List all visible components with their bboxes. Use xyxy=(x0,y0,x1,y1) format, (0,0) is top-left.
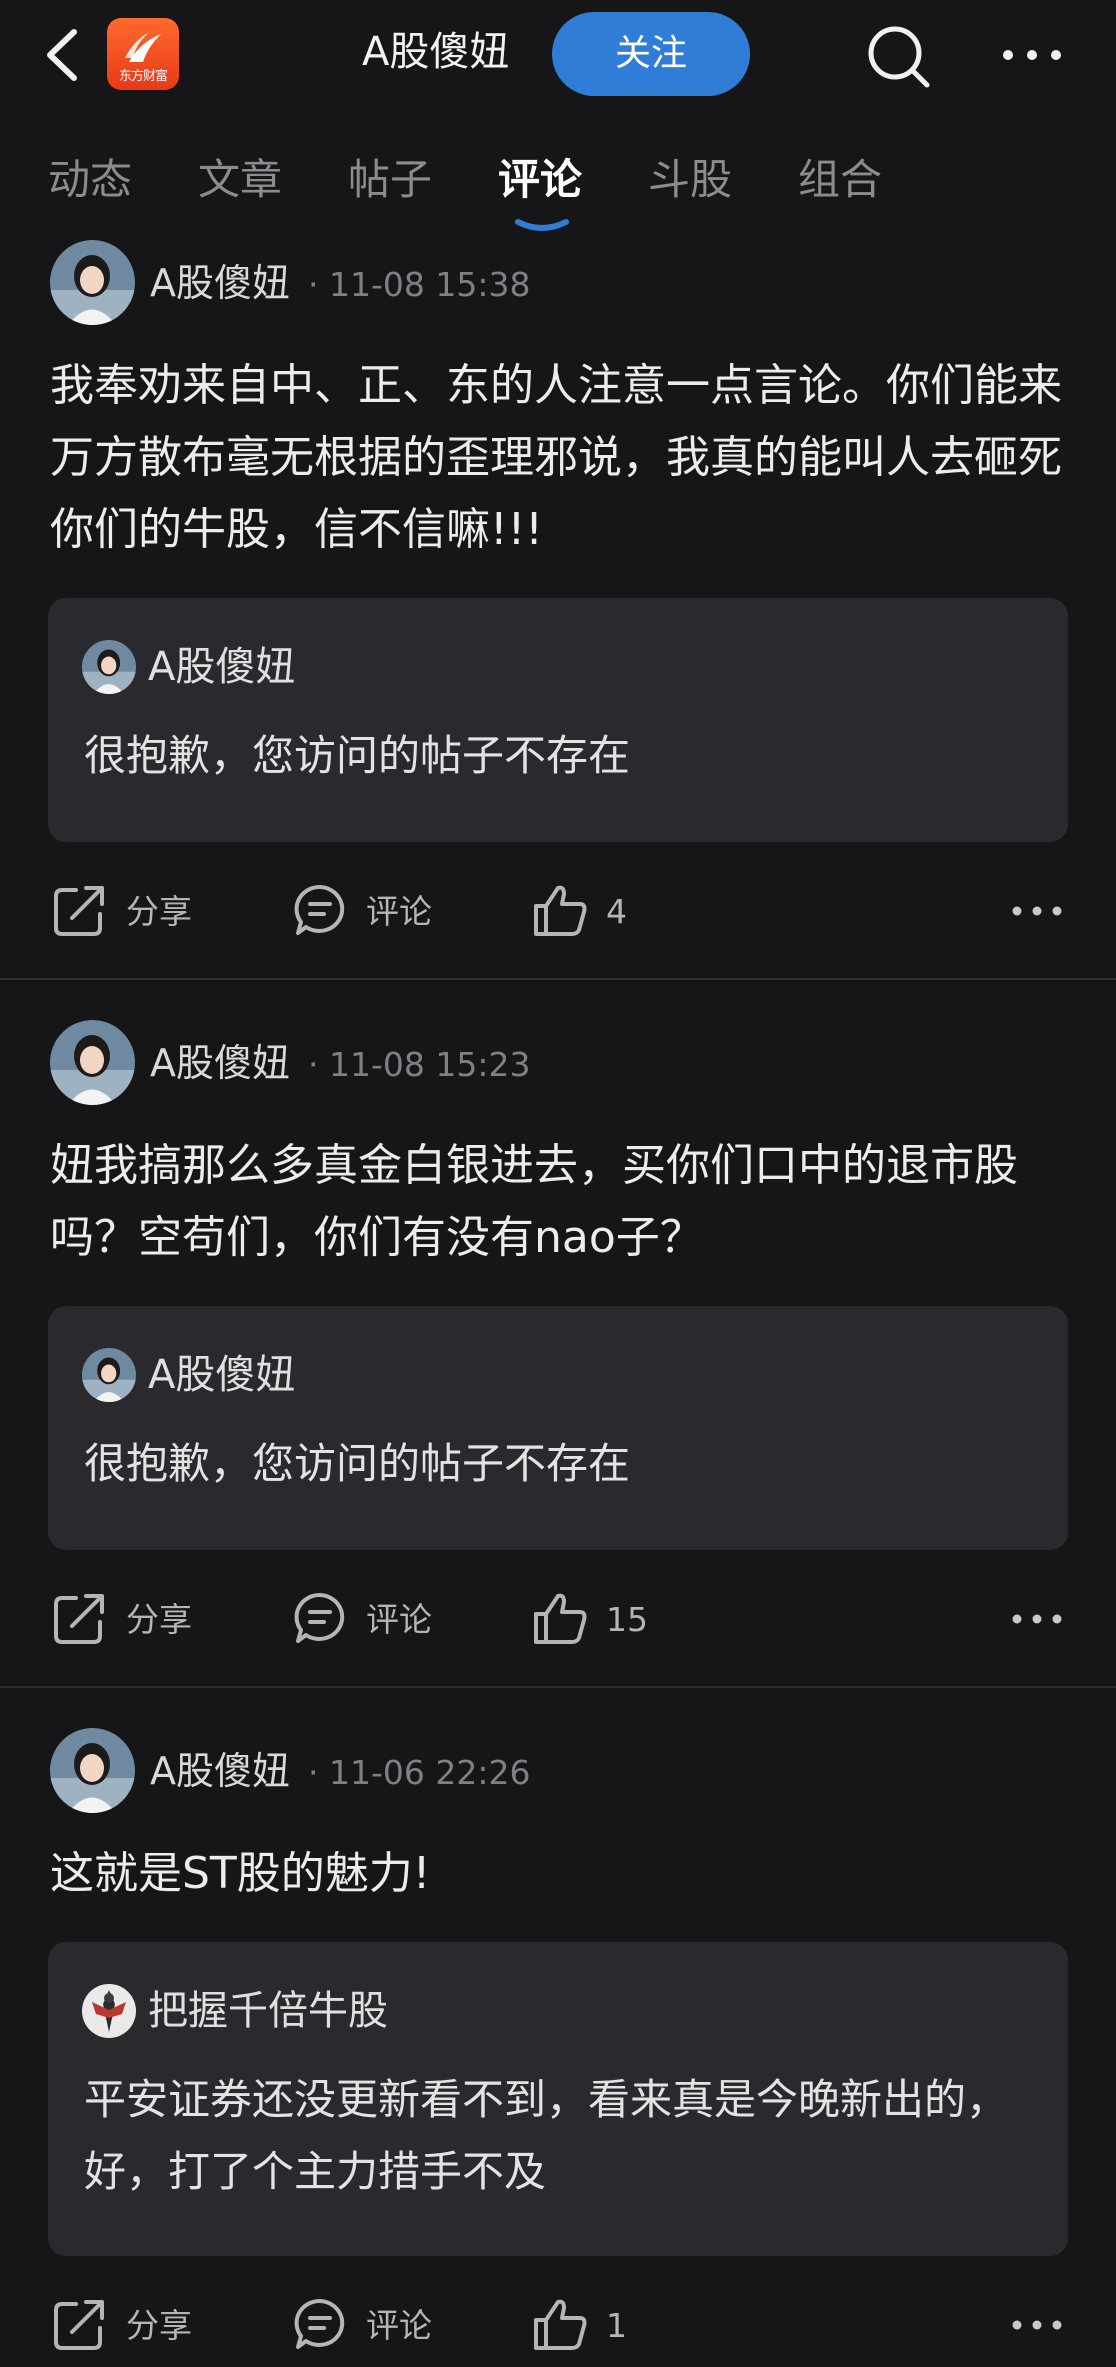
back-icon[interactable] xyxy=(40,26,90,84)
share-button[interactable]: 分享 xyxy=(52,882,192,942)
avatar[interactable] xyxy=(50,1020,135,1105)
tab-dynamics[interactable]: 动态 xyxy=(48,152,132,208)
tab-portfolio[interactable]: 组合 xyxy=(798,152,882,208)
post-time: · 11-08 15:38 xyxy=(308,265,531,304)
quoted-text: 平安证券还没更新看不到，看来真是今晚新出的，好，打了个主力措手不及 xyxy=(84,2075,1009,2196)
app-logo[interactable]: 东方财富 xyxy=(107,18,179,90)
comment-label: 评论 xyxy=(366,892,432,931)
profile-name: A股傻妞 xyxy=(362,29,510,75)
quoted-post[interactable]: A股傻妞 很抱歉，您访问的帖子不存在 xyxy=(48,598,1068,842)
quoted-text: 很抱歉，您访问的帖子不存在 xyxy=(84,1439,631,1488)
share-icon xyxy=(54,1594,104,1644)
quoted-author: A股傻妞 xyxy=(148,1352,296,1398)
comment-card: A股傻妞 · 11-06 22:26 这就是ST股的魅力! 把握千倍牛股 平安证… xyxy=(0,1728,1116,2367)
like-icon xyxy=(534,885,587,936)
comment-card: A股傻妞 · 11-08 15:23 妞我搞那么多真金白银进去，买你们口中的退市… xyxy=(0,1020,1116,1680)
tab-comments[interactable]: 评论 xyxy=(498,152,582,208)
tab-stock-battle[interactable]: 斗股 xyxy=(648,152,732,208)
like-count: 1 xyxy=(606,2306,627,2345)
quoted-text: 很抱歉，您访问的帖子不存在 xyxy=(84,731,631,780)
tab-bar: 动态 文章 帖子 评论 斗股 组合 xyxy=(0,140,1116,231)
like-button[interactable]: 15 xyxy=(532,1590,672,1650)
share-button[interactable]: 分享 xyxy=(52,1590,192,1650)
top-bar: 东方财富 A股傻妞 关注 xyxy=(0,0,1116,110)
author-name[interactable]: A股傻妞 xyxy=(150,1038,290,1088)
like-count: 4 xyxy=(606,892,627,931)
author-name[interactable]: A股傻妞 xyxy=(150,258,290,308)
comment-button[interactable]: 评论 xyxy=(292,1590,432,1650)
quoted-avatar xyxy=(82,1348,136,1402)
quoted-post[interactable]: 把握千倍牛股 平安证券还没更新看不到，看来真是今晚新出的，好，打了个主力措手不及 xyxy=(48,1942,1068,2256)
tab-articles[interactable]: 文章 xyxy=(198,152,282,208)
action-bar: 分享 评论 15 xyxy=(0,1580,1116,1660)
more-icon[interactable] xyxy=(1010,2310,1064,2340)
search-icon[interactable] xyxy=(866,24,932,90)
more-icon[interactable] xyxy=(1000,40,1064,70)
like-button[interactable]: 1 xyxy=(532,2296,652,2356)
action-bar: 分享 评论 1 xyxy=(0,2286,1116,2366)
comment-icon xyxy=(294,2298,345,2349)
more-icon[interactable] xyxy=(1010,1604,1064,1634)
share-label: 分享 xyxy=(126,2306,192,2345)
avatar[interactable] xyxy=(50,240,135,325)
share-icon xyxy=(54,2300,104,2350)
like-icon xyxy=(534,2299,587,2350)
post-time: · 11-08 15:23 xyxy=(308,1045,531,1084)
quoted-author: A股傻妞 xyxy=(148,644,296,690)
author-name[interactable]: A股傻妞 xyxy=(150,1746,290,1796)
comment-button[interactable]: 评论 xyxy=(292,882,432,942)
quoted-avatar xyxy=(82,1984,136,2038)
more-icon[interactable] xyxy=(1010,896,1064,926)
share-label: 分享 xyxy=(126,892,192,931)
like-button[interactable]: 4 xyxy=(532,882,652,942)
share-label: 分享 xyxy=(126,1600,192,1639)
app-logo-text: 东方财富 xyxy=(118,69,168,84)
comment-text[interactable]: 这就是ST股的魅力! xyxy=(50,1838,1080,1910)
like-icon xyxy=(534,1593,587,1644)
comment-text[interactable]: 我奉劝来自中、正、东的人注意一点言论。你们能来万方散布毫无根据的歪理邪说，我真的… xyxy=(50,350,1080,566)
tab-posts[interactable]: 帖子 xyxy=(348,152,432,208)
follow-button[interactable]: 关注 xyxy=(552,12,750,96)
comment-icon xyxy=(294,884,345,935)
quoted-author: 把握千倍牛股 xyxy=(148,1988,388,2034)
comment-card: A股傻妞 · 11-08 15:38 我奉劝来自中、正、东的人注意一点言论。你们… xyxy=(0,240,1116,980)
divider xyxy=(0,978,1116,980)
share-button[interactable]: 分享 xyxy=(52,2296,192,2356)
post-time: · 11-06 22:26 xyxy=(308,1753,531,1792)
action-bar: 分享 评论 4 xyxy=(0,872,1116,952)
share-icon xyxy=(54,886,104,936)
comment-label: 评论 xyxy=(366,1600,432,1639)
comment-button[interactable]: 评论 xyxy=(292,2296,432,2356)
comment-text[interactable]: 妞我搞那么多真金白银进去，买你们口中的退市股吗？空苟们，你们有没有nao子？ xyxy=(50,1130,1080,1274)
quoted-avatar xyxy=(82,640,136,694)
comment-label: 评论 xyxy=(366,2306,432,2345)
avatar[interactable] xyxy=(50,1728,135,1813)
divider xyxy=(0,1686,1116,1688)
quoted-post[interactable]: A股傻妞 很抱歉，您访问的帖子不存在 xyxy=(48,1306,1068,1550)
active-tab-indicator xyxy=(515,219,569,231)
like-count: 15 xyxy=(606,1600,648,1639)
comment-icon xyxy=(294,1592,345,1643)
